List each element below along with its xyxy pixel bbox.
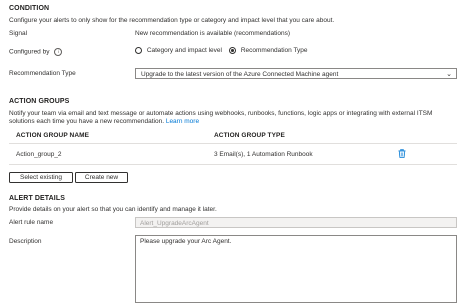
table-header-divider xyxy=(9,143,457,144)
create-new-button[interactable]: Create new xyxy=(75,172,128,183)
radio-category-circle[interactable] xyxy=(135,47,142,54)
recommendation-type-dropdown[interactable]: Upgrade to the latest version of the Azu… xyxy=(135,68,457,79)
recommendation-type-value: Upgrade to the latest version of the Azu… xyxy=(141,70,339,78)
alert-rule-name-value: Alert_UpgradeArcAgent xyxy=(140,219,209,227)
configured-by-label: Configured by xyxy=(9,48,50,56)
description-label: Description xyxy=(9,238,42,245)
action-groups-description-text: solutions each time you have a new recom… xyxy=(9,118,165,125)
alert-rule-name-input: Alert_UpgradeArcAgent xyxy=(135,217,457,228)
info-icon: i xyxy=(54,48,63,56)
signal-label: Signal xyxy=(9,30,28,37)
table-row-type: 3 Email(s), 1 Automation Runbook xyxy=(214,151,313,158)
col-action-group-name: ACTION GROUP NAME xyxy=(16,132,90,139)
alert-rule-name-label: Alert rule name xyxy=(9,219,54,226)
col-action-group-type: ACTION GROUP TYPE xyxy=(214,132,285,139)
delete-icon[interactable] xyxy=(398,148,406,160)
chevron-down-icon: ⌄ xyxy=(446,71,452,78)
radio-category[interactable]: Category and impact level xyxy=(135,47,222,54)
table-row-divider xyxy=(9,164,457,165)
alert-details-heading: ALERT DETAILS xyxy=(9,195,66,202)
action-groups-description-line2: solutions each time you have a new recom… xyxy=(9,118,199,125)
condition-description: Configure your alerts to only show for t… xyxy=(9,17,335,24)
description-textarea[interactable]: Please upgrade your Arc Agent. xyxy=(135,235,457,303)
radio-category-label: Category and impact level xyxy=(146,47,222,55)
select-existing-button[interactable]: Select existing xyxy=(9,172,73,183)
signal-value: New recommendation is available (recomme… xyxy=(135,30,290,37)
configured-by-row: Configured by i xyxy=(9,48,63,56)
alert-details-description: Provide details on your alert so that yo… xyxy=(9,206,217,213)
condition-heading: CONDITION xyxy=(9,5,50,12)
learn-more-link[interactable]: Learn more xyxy=(166,118,199,125)
recommendation-type-label: Recommendation Type xyxy=(9,70,76,77)
radio-recommendation-type[interactable]: Recommendation Type xyxy=(229,47,308,54)
radio-recommendation-type-label: Recommendation Type xyxy=(240,47,308,55)
description-value: Please upgrade your Arc Agent. xyxy=(140,237,232,245)
radio-recommendation-type-circle[interactable] xyxy=(229,47,236,54)
table-row-name: Action_group_2 xyxy=(16,151,62,158)
action-groups-description-line1: Notify your team via email and text mess… xyxy=(9,110,433,117)
action-groups-heading: ACTION GROUPS xyxy=(9,98,70,105)
